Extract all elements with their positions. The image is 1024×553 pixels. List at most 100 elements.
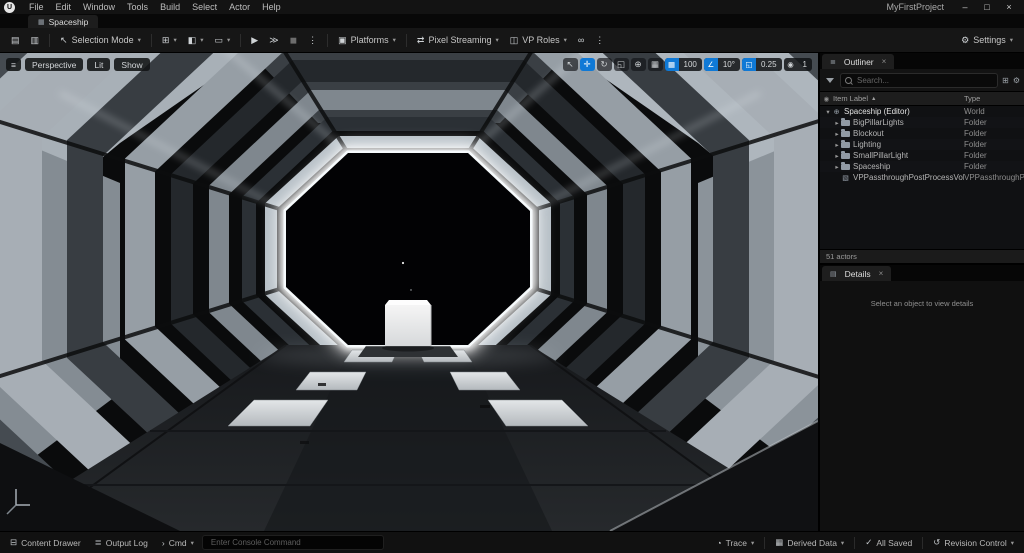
surface-snap-button[interactable]: ▦ xyxy=(647,58,663,71)
save-button[interactable]: ▤ xyxy=(6,33,25,48)
filter-icon[interactable] xyxy=(826,77,834,83)
maximize-button[interactable]: □ xyxy=(982,2,992,12)
grid-snap-value[interactable]: 100 xyxy=(679,58,702,71)
column-item-label[interactable]: Item Label ▲ xyxy=(833,94,964,103)
column-type[interactable]: Type xyxy=(964,94,1024,103)
outliner-item-label: VPPassthroughPostProcessVolum xyxy=(853,173,964,182)
import-button[interactable]: ▥ xyxy=(26,33,45,48)
rotate-tool-button[interactable]: ↻ xyxy=(596,58,612,71)
main-area: ≡ Perspective Lit Show ↖ ✛ ↻ ◱ ⊕ ▦ ▦ 100… xyxy=(0,53,1024,531)
outliner-row[interactable]: ▧ VPPassthroughPostProcessVolum VPPassthro… xyxy=(820,172,1024,183)
play-options-button[interactable]: ⋮ xyxy=(303,33,322,48)
level-viewport[interactable]: ≡ Perspective Lit Show ↖ ✛ ↻ ◱ ⊕ ▦ ▦ 100… xyxy=(0,53,818,531)
selection-mode-dropdown[interactable]: ↖ Selection Mode ▾ xyxy=(55,33,146,48)
toolbar-overflow-button[interactable]: ⋮ xyxy=(590,33,609,48)
move-tool-button[interactable]: ✛ xyxy=(579,58,595,71)
output-log-button[interactable]: ≣ Output Log xyxy=(89,535,154,550)
console-input[interactable] xyxy=(208,537,377,548)
revision-control-dropdown[interactable]: ↺ Revision Control ▾ xyxy=(927,535,1020,550)
expander-icon[interactable]: ▸ xyxy=(833,163,841,171)
menu-item-window[interactable]: Window xyxy=(77,2,121,12)
view-mode-dropdown[interactable]: Lit xyxy=(87,58,111,71)
skip-frame-button[interactable]: ≫ xyxy=(264,33,283,48)
camera-icon[interactable]: ◉ xyxy=(784,58,798,71)
outliner-item-label: Spaceship xyxy=(853,162,891,171)
select-tool-button[interactable]: ↖ xyxy=(562,58,578,71)
cmd-dropdown[interactable]: › Cmd ▾ xyxy=(156,536,200,550)
blueprints-dropdown[interactable]: ◧ ▾ xyxy=(183,33,209,48)
pixel-streaming-dropdown[interactable]: ⇄ Pixel Streaming ▾ xyxy=(412,33,504,48)
folder-icon xyxy=(841,161,850,170)
grid-snap-control[interactable]: ▦ 100 xyxy=(664,58,702,71)
volume-icon: ▧ xyxy=(842,174,849,182)
level-icon: ▦ xyxy=(38,18,45,26)
rotate-icon: ↻ xyxy=(600,59,608,69)
scale-snap-icon[interactable]: ◱ xyxy=(741,58,756,71)
trace-dropdown[interactable]: ◔ Trace ▾ xyxy=(710,536,760,550)
rotation-snap-control[interactable]: ∠ 10° xyxy=(703,58,740,71)
close-icon[interactable]: × xyxy=(879,269,884,278)
menu-item-help[interactable]: Help xyxy=(256,2,287,12)
outliner-column-header[interactable]: ◉ Item Label ▲ Type xyxy=(820,91,1024,106)
scale-tool-button[interactable]: ◱ xyxy=(613,58,629,71)
rotation-snap-icon[interactable]: ∠ xyxy=(703,58,718,71)
menu-item-tools[interactable]: Tools xyxy=(121,2,154,12)
menu-item-build[interactable]: Build xyxy=(154,2,186,12)
menu-item-select[interactable]: Select xyxy=(186,2,223,12)
link-button[interactable]: ∞ xyxy=(573,33,589,47)
play-button[interactable]: ▶ xyxy=(246,33,263,48)
platforms-dropdown[interactable]: ▣ Platforms ▾ xyxy=(333,33,401,48)
menu-item-edit[interactable]: Edit xyxy=(50,2,78,12)
grid-snap-icon[interactable]: ▦ xyxy=(664,58,679,71)
expander-icon[interactable]: ▸ xyxy=(833,141,841,149)
console-icon: › xyxy=(161,537,165,548)
vp-roles-dropdown[interactable]: ◫ VP Roles ▾ xyxy=(505,33,572,48)
outliner-row[interactable]: ▸ SmallPillarLight Folder xyxy=(820,150,1024,161)
stop-button[interactable]: ◼ xyxy=(285,33,302,48)
chevron-down-icon: ▾ xyxy=(1010,539,1014,547)
scale-snap-control[interactable]: ◱ 0.25 xyxy=(741,58,782,71)
minimize-button[interactable]: – xyxy=(960,2,970,12)
outliner-tab-strip: ≣ Outliner × xyxy=(820,53,1024,69)
tab-details[interactable]: ▤ Details × xyxy=(822,266,892,281)
show-dropdown[interactable]: Show xyxy=(114,58,150,71)
cinematics-dropdown[interactable]: ▭ ▾ xyxy=(209,33,235,48)
menu-item-file[interactable]: File xyxy=(23,2,50,12)
viewport-scene[interactable] xyxy=(0,53,818,531)
outliner-settings-icon[interactable]: ⚙ xyxy=(1013,76,1020,85)
menu-item-actor[interactable]: Actor xyxy=(223,2,256,12)
add-actor-dropdown[interactable]: ⊞ ▾ xyxy=(157,33,182,48)
outliner-row[interactable]: ▸ BigPillarLights Folder xyxy=(820,117,1024,128)
tab-outliner[interactable]: ≣ Outliner × xyxy=(822,54,895,69)
close-icon[interactable]: × xyxy=(882,57,887,66)
derived-data-dropdown[interactable]: ▦ Derived Data ▾ xyxy=(769,535,850,550)
outliner-row[interactable]: ▾ ⊕ Spaceship (Editor) World xyxy=(820,106,1024,117)
camera-speed-value[interactable]: 1 xyxy=(798,58,812,71)
console-input-box[interactable] xyxy=(201,535,384,550)
outliner-search-box[interactable] xyxy=(840,72,999,88)
expander-icon[interactable]: ▸ xyxy=(833,152,841,160)
search-input[interactable] xyxy=(855,74,994,86)
all-saved-button[interactable]: ✓ All Saved xyxy=(859,535,918,550)
expander-icon[interactable]: ▸ xyxy=(833,130,841,138)
check-icon: ✓ xyxy=(865,537,873,547)
unreal-logo-icon[interactable]: U xyxy=(4,1,15,13)
outliner-item-type: Folder xyxy=(964,151,987,160)
expander-icon[interactable]: ▸ xyxy=(833,119,841,127)
settings-dropdown[interactable]: ⚙ Settings ▾ xyxy=(956,33,1018,48)
close-button[interactable]: × xyxy=(1004,2,1014,12)
new-folder-icon[interactable]: ⊞ xyxy=(1002,76,1009,85)
camera-speed-control[interactable]: ◉ 1 xyxy=(783,58,812,71)
content-drawer-button[interactable]: ⊟ Content Drawer xyxy=(4,535,87,550)
scale-snap-value[interactable]: 0.25 xyxy=(756,58,782,71)
tab-spaceship[interactable]: ▦ Spaceship xyxy=(28,15,99,28)
status-bar: ⊟ Content Drawer ≣ Output Log › Cmd ▾ ◔ … xyxy=(0,531,1024,553)
coordinate-space-button[interactable]: ⊕ xyxy=(630,58,646,71)
expander-icon[interactable]: ▾ xyxy=(824,108,832,116)
rotation-snap-value[interactable]: 10° xyxy=(718,58,740,71)
outliner-row[interactable]: ▸ Blockout Folder xyxy=(820,128,1024,139)
outliner-row[interactable]: ▸ Lighting Folder xyxy=(820,139,1024,150)
outliner-row[interactable]: ▸ Spaceship Folder xyxy=(820,161,1024,172)
viewport-options-button[interactable]: ≡ xyxy=(6,58,21,71)
perspective-dropdown[interactable]: Perspective xyxy=(25,58,84,71)
